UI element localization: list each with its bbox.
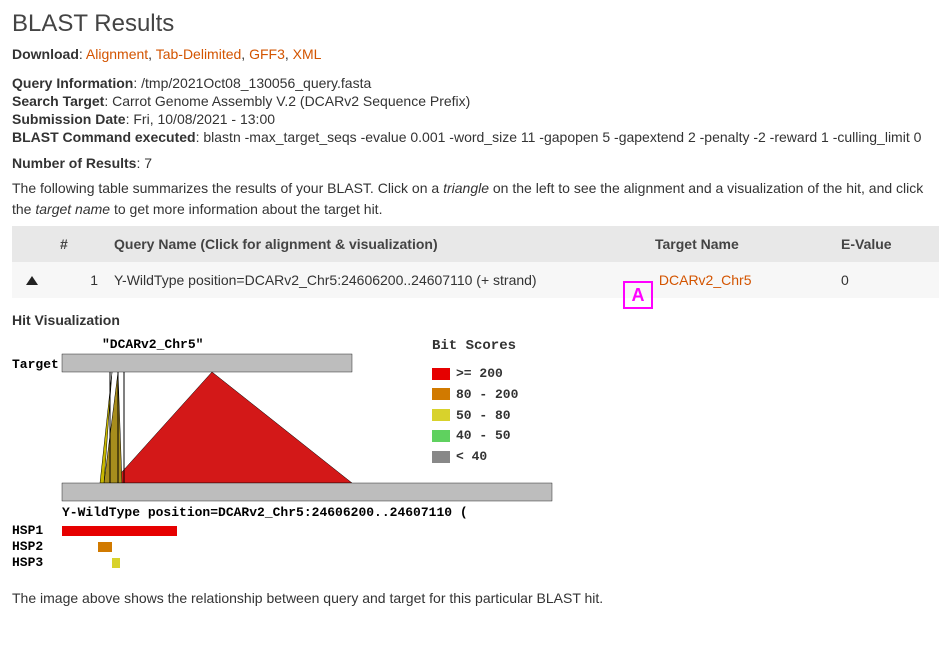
download-link-alignment[interactable]: Alignment: [86, 46, 148, 62]
num-results-label: Number of Results: [12, 155, 136, 171]
submission-date-value: : Fri, 10/08/2021 - 13:00: [126, 111, 275, 127]
row-evalue: 0: [833, 262, 939, 298]
col-target: Target Name: [647, 226, 833, 262]
download-link-gff3[interactable]: GFF3: [249, 46, 285, 62]
num-results-value: : 7: [136, 155, 152, 171]
intro-text: The following table summarizes the resul…: [12, 178, 939, 220]
hsp2-label: HSP2: [12, 539, 43, 554]
hsp3-bar: [112, 558, 120, 568]
blast-cmd-label: BLAST Command executed: [12, 129, 196, 145]
page-title: BLAST Results: [12, 10, 939, 38]
query-axis-label: Y-WildType position=DCARv2_Chr5:24606200…: [62, 505, 468, 520]
results-table: # Query Name (Click for alignment & visu…: [12, 226, 939, 298]
query-info-label: Query Information: [12, 75, 133, 91]
hsp1-bar: [62, 526, 177, 536]
download-label: Download: [12, 46, 79, 62]
hit-viz-title: Hit Visualization: [12, 312, 939, 328]
download-link-tab[interactable]: Tab-Delimited: [156, 46, 242, 62]
hit-visualization: "DCARv2_Chr5" Target Y-WildType position…: [12, 334, 572, 584]
row-num: 1: [52, 262, 106, 298]
hsp3-label: HSP3: [12, 555, 43, 570]
col-query: Query Name (Click for alignment & visual…: [106, 226, 647, 262]
meta-block: Query Information: /tmp/2021Oct08_130056…: [12, 75, 939, 145]
target-bar: [62, 354, 352, 372]
caption: The image above shows the relationship b…: [12, 588, 939, 609]
query-info-value: : /tmp/2021Oct08_130056_query.fasta: [133, 75, 371, 91]
triangle-up-icon[interactable]: [26, 276, 38, 285]
chr-label-text: "DCARv2_Chr5": [102, 337, 203, 352]
search-target-value: : Carrot Genome Assembly V.2 (DCARv2 Seq…: [104, 93, 470, 109]
col-evalue: E-Value: [833, 226, 939, 262]
download-link-xml[interactable]: XML: [293, 46, 322, 62]
blast-cmd-value: : blastn -max_target_seqs -evalue 0.001 …: [196, 129, 922, 145]
target-link[interactable]: DCARv2_Chr5: [659, 272, 752, 288]
row-query[interactable]: Y-WildType position=DCARv2_Chr5:24606200…: [106, 262, 647, 298]
col-toggle: [12, 226, 52, 262]
annotation-letter: A: [625, 283, 651, 307]
target-axis-label: Target: [12, 357, 59, 372]
query-bar: [62, 483, 552, 501]
hsp1-label: HSP1: [12, 523, 43, 538]
search-target-label: Search Target: [12, 93, 104, 109]
col-num: #: [52, 226, 106, 262]
hit-svg: "DCARv2_Chr5" Target Y-WildType position…: [12, 334, 572, 584]
download-line: Download: Alignment, Tab-Delimited, GFF3…: [12, 44, 939, 65]
hsp2-bar: [98, 542, 112, 552]
table-row[interactable]: 1 Y-WildType position=DCARv2_Chr5:246062…: [12, 262, 939, 298]
submission-date-label: Submission Date: [12, 111, 126, 127]
alignment-polygon-hsp1: [112, 372, 352, 483]
